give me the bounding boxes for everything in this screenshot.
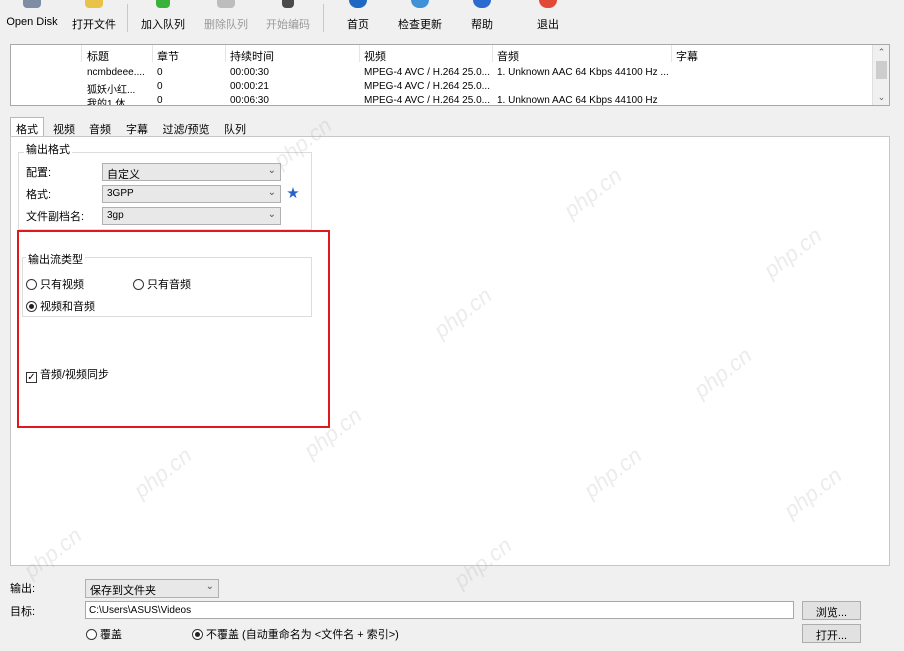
favorite-star-icon[interactable]: ★ bbox=[285, 186, 301, 202]
chevron-down-icon: ⌄ bbox=[267, 165, 276, 176]
table-row[interactable]: 狐妖小红... 0 00:00:21 MPEG-4 AVC / H.264 25… bbox=[11, 80, 873, 96]
remove-queue-button[interactable]: 删除队列 bbox=[200, 0, 252, 34]
column-subtitle[interactable]: 字幕 bbox=[676, 48, 698, 64]
output-mode-select[interactable]: 保存到文件夹 ⌄ bbox=[85, 579, 219, 598]
scroll-up-icon[interactable]: ⌃ bbox=[873, 46, 889, 58]
profile-select[interactable]: 自定义 ⌄ bbox=[102, 163, 281, 181]
update-icon bbox=[411, 0, 429, 8]
column-duration[interactable]: 持续时间 bbox=[230, 48, 274, 64]
check-update-button[interactable]: 检查更新 bbox=[394, 0, 446, 34]
tab-video[interactable]: 视频 bbox=[48, 119, 80, 136]
column-audio[interactable]: 音频 bbox=[497, 48, 519, 64]
tab-queue[interactable]: 队列 bbox=[218, 119, 252, 136]
chevron-down-icon: ⌄ bbox=[267, 209, 276, 220]
scroll-thumb[interactable] bbox=[876, 61, 887, 79]
browse-button[interactable]: 浏览... bbox=[802, 601, 861, 620]
toolbar: Open Disk 打开文件 加入队列 删除队列 开始编码 首页 检查更新 帮助… bbox=[0, 0, 904, 36]
table-row[interactable]: ncmbdeee.... 0 00:00:30 MPEG-4 AVC / H.2… bbox=[11, 66, 873, 80]
open-output-button[interactable]: 打开... bbox=[802, 624, 861, 643]
column-chapters[interactable]: 章节 bbox=[157, 48, 179, 64]
toolbar-separator bbox=[323, 4, 324, 32]
remove-icon bbox=[217, 0, 235, 8]
format-label: 格式: bbox=[26, 189, 52, 201]
home-button[interactable]: 首页 bbox=[340, 0, 376, 34]
target-label: 目标: bbox=[10, 606, 36, 618]
queue-list[interactable]: 标题 章节 持续时间 视频 音频 字幕 ncmbdeee.... 0 00:00… bbox=[10, 44, 890, 106]
radio-no-overwrite[interactable]: 不覆盖 (自动重命名为 <文件名 + 索引>) bbox=[192, 626, 399, 642]
open-folder-icon bbox=[85, 0, 103, 8]
target-path-input[interactable]: C:\Users\ASUS\Videos bbox=[85, 601, 794, 619]
open-disk-button[interactable]: Open Disk bbox=[2, 0, 62, 34]
encode-icon bbox=[282, 0, 294, 8]
tab-format[interactable]: 格式 bbox=[10, 117, 44, 137]
profile-label: 配置: bbox=[26, 167, 52, 179]
start-encode-button[interactable]: 开始编码 bbox=[262, 0, 314, 34]
extension-label: 文件副档名: bbox=[26, 211, 85, 223]
scroll-down-icon[interactable]: ⌄ bbox=[873, 91, 889, 103]
home-icon bbox=[349, 0, 367, 8]
column-video[interactable]: 视频 bbox=[364, 48, 386, 64]
radio-dot bbox=[192, 629, 203, 640]
tab-filter-preview[interactable]: 过滤/预览 bbox=[158, 119, 214, 136]
radio-overwrite[interactable]: 覆盖 bbox=[86, 626, 122, 642]
column-title[interactable]: 标题 bbox=[87, 48, 109, 64]
help-button[interactable]: 帮助 bbox=[464, 0, 500, 34]
extension-select[interactable]: 3gp ⌄ bbox=[102, 207, 281, 225]
tab-subtitle[interactable]: 字幕 bbox=[120, 119, 154, 136]
power-icon bbox=[539, 0, 557, 8]
highlight-frame bbox=[17, 230, 330, 428]
radio-dot bbox=[86, 629, 97, 640]
table-row[interactable]: 我的1 休 0 00:06:30 MPEG-4 AVC / H.264 25.0… bbox=[11, 94, 873, 105]
help-icon bbox=[473, 0, 491, 8]
disk-icon bbox=[23, 0, 41, 8]
format-select[interactable]: 3GPP ⌄ bbox=[102, 185, 281, 203]
output-format-title: 输出格式 bbox=[24, 141, 72, 157]
add-queue-button[interactable]: 加入队列 bbox=[138, 0, 188, 34]
toolbar-separator bbox=[127, 4, 128, 32]
queue-scrollbar[interactable]: ⌃ ⌄ bbox=[872, 45, 889, 105]
tab-audio[interactable]: 音频 bbox=[84, 119, 116, 136]
output-label: 输出: bbox=[10, 583, 36, 595]
queue-header: 标题 章节 持续时间 视频 音频 字幕 bbox=[11, 45, 873, 64]
chevron-down-icon: ⌄ bbox=[205, 581, 214, 592]
exit-button[interactable]: 退出 bbox=[530, 0, 566, 34]
open-file-button[interactable]: 打开文件 bbox=[68, 0, 120, 34]
add-icon bbox=[156, 0, 170, 8]
chevron-down-icon: ⌄ bbox=[267, 187, 276, 198]
